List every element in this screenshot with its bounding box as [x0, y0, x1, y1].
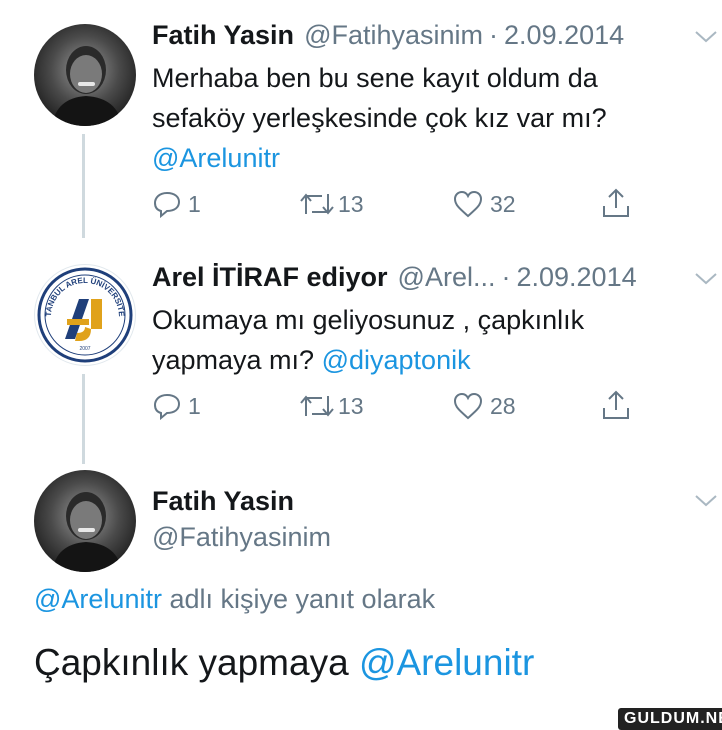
- mention-link[interactable]: @Arelunitr: [34, 584, 162, 614]
- share-icon: [603, 188, 629, 217]
- retweet-button[interactable]: 13: [298, 190, 364, 218]
- tweet-text-line: Merhaba ben bu sene kayıt oldum da: [152, 63, 598, 93]
- tweet-text: Merhaba ben bu sene kayıt oldum da sefak…: [152, 58, 692, 178]
- author-name[interactable]: Arel İTİRAF ediyor: [152, 262, 388, 293]
- chevron-down-icon[interactable]: [694, 30, 718, 49]
- logo-year: 2007: [79, 346, 90, 352]
- tweet-2[interactable]: İSTANBUL AREL ÜNİVERSİTESİ 2007 Arel İTİ…: [0, 240, 722, 464]
- tweet-1[interactable]: Fatih Yasin @Fatihyasinim · 2.09.2014 Me…: [0, 0, 722, 240]
- reply-icon: [153, 393, 181, 420]
- share-button[interactable]: [600, 388, 632, 427]
- focused-tweet-text: Çapkınlık yapmaya @Arelunitr: [34, 642, 534, 684]
- like-icon: [453, 190, 483, 218]
- profile-photo: [52, 46, 122, 126]
- author-handle[interactable]: @Fatihyasinim: [152, 522, 331, 553]
- mention-link[interactable]: @diyaptonik: [322, 345, 471, 375]
- mention-link[interactable]: @Arelunitr: [359, 642, 534, 683]
- like-count: 28: [490, 392, 516, 419]
- thread-line: [82, 374, 85, 464]
- thread-line: [82, 134, 85, 238]
- reply-count: 1: [188, 190, 201, 217]
- like-button[interactable]: 28: [452, 392, 516, 420]
- university-logo: İSTANBUL AREL ÜNİVERSİTESİ 2007: [35, 265, 133, 363]
- mention-link[interactable]: @Arelunitr: [152, 138, 692, 178]
- meta-separator: ·: [501, 262, 511, 292]
- reply-context-text: adlı kişiye yanıt olarak: [169, 584, 436, 614]
- meta-separator: ·: [489, 20, 499, 50]
- retweet-count: 13: [338, 190, 364, 217]
- retweet-button[interactable]: 13: [298, 392, 364, 420]
- author-name[interactable]: Fatih Yasin: [152, 486, 294, 517]
- chevron-down-icon[interactable]: [694, 494, 718, 513]
- author-handle[interactable]: @Arel...: [398, 262, 496, 293]
- watermark: GULDUM.NET: [618, 708, 722, 730]
- reply-context: @Arelunitr adlı kişiye yanıt olarak: [34, 584, 435, 615]
- avatar[interactable]: [34, 24, 136, 126]
- tweet-text-line: sefaköy yerleşkesinde çok kız var mı?: [152, 103, 607, 133]
- like-icon: [453, 392, 483, 420]
- retweet-icon: [300, 193, 334, 215]
- tweet-text-line: yapmaya mı?: [152, 345, 315, 375]
- tweet-text: Okumaya mı geliyosunuz , çapkınlık yapma…: [152, 300, 692, 380]
- tweet-date[interactable]: 2.09.2014: [516, 262, 636, 293]
- author-name[interactable]: Fatih Yasin: [152, 20, 294, 51]
- like-count: 32: [490, 190, 516, 217]
- reply-count: 1: [188, 392, 201, 419]
- like-button[interactable]: 32: [452, 190, 516, 218]
- tweet-text-line: Çapkınlık yapmaya: [34, 642, 349, 683]
- retweet-icon: [300, 395, 334, 417]
- share-icon: [603, 390, 629, 419]
- author-handle[interactable]: @Fatihyasinim: [304, 20, 483, 51]
- avatar[interactable]: [34, 470, 136, 572]
- reply-button[interactable]: 1: [152, 392, 201, 420]
- reply-button[interactable]: 1: [152, 190, 201, 218]
- focused-tweet: Fatih Yasin @Fatihyasinim @Arelunitr adl…: [0, 462, 722, 730]
- tweet-text-line: Okumaya mı geliyosunuz , çapkınlık: [152, 305, 585, 335]
- retweet-count: 13: [338, 392, 364, 419]
- tweet-date[interactable]: 2.09.2014: [504, 20, 624, 51]
- chevron-down-icon[interactable]: [694, 272, 718, 291]
- profile-photo: [52, 492, 122, 572]
- reply-icon: [153, 191, 181, 218]
- avatar[interactable]: İSTANBUL AREL ÜNİVERSİTESİ 2007: [34, 264, 136, 366]
- share-button[interactable]: [600, 186, 632, 225]
